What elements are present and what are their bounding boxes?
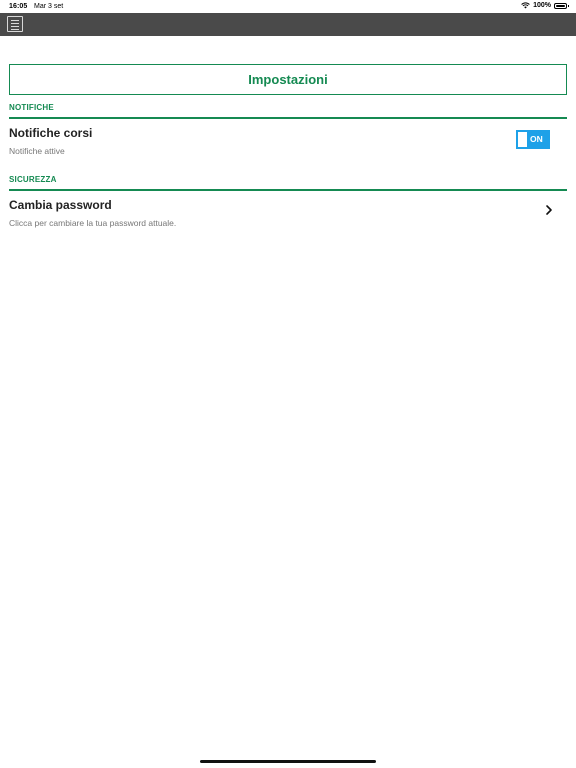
home-indicator[interactable] <box>200 760 376 763</box>
page-title: Impostazioni <box>248 72 328 87</box>
wifi-icon <box>521 2 530 9</box>
toggle-knob <box>518 132 527 147</box>
section-title: NOTIFICHE <box>9 103 54 112</box>
app-bar <box>0 13 576 36</box>
hamburger-menu-icon[interactable] <box>7 16 23 32</box>
toggle-label: ON <box>530 134 543 144</box>
setting-title: Cambia password <box>9 198 112 212</box>
status-time: 16:05 <box>9 3 28 10</box>
setting-subtitle: Notifiche attive <box>9 146 65 156</box>
section-header-sicurezza: SICUREZZA <box>9 174 567 191</box>
battery-percentage: 100% <box>533 2 551 9</box>
status-bar: 16:05 Mar 3 set 100% <box>0 0 576 13</box>
setting-title: Notifiche corsi <box>9 126 93 140</box>
status-date: Mar 3 set <box>34 3 64 10</box>
battery-icon <box>554 2 569 9</box>
chevron-right-icon[interactable] <box>545 204 553 216</box>
section-title: SICUREZZA <box>9 175 57 184</box>
setting-row-cambia-password[interactable]: Cambia password Clicca per cambiare la t… <box>9 198 567 232</box>
setting-subtitle: Clicca per cambiare la tua password attu… <box>9 218 177 228</box>
setting-row-notifiche-corsi: Notifiche corsi Notifiche attive ON <box>9 126 567 160</box>
page-title-box: Impostazioni <box>9 64 567 95</box>
notifications-toggle[interactable]: ON <box>516 130 550 149</box>
status-indicators: 100% <box>521 2 569 9</box>
section-header-notifiche: NOTIFICHE <box>9 102 567 119</box>
